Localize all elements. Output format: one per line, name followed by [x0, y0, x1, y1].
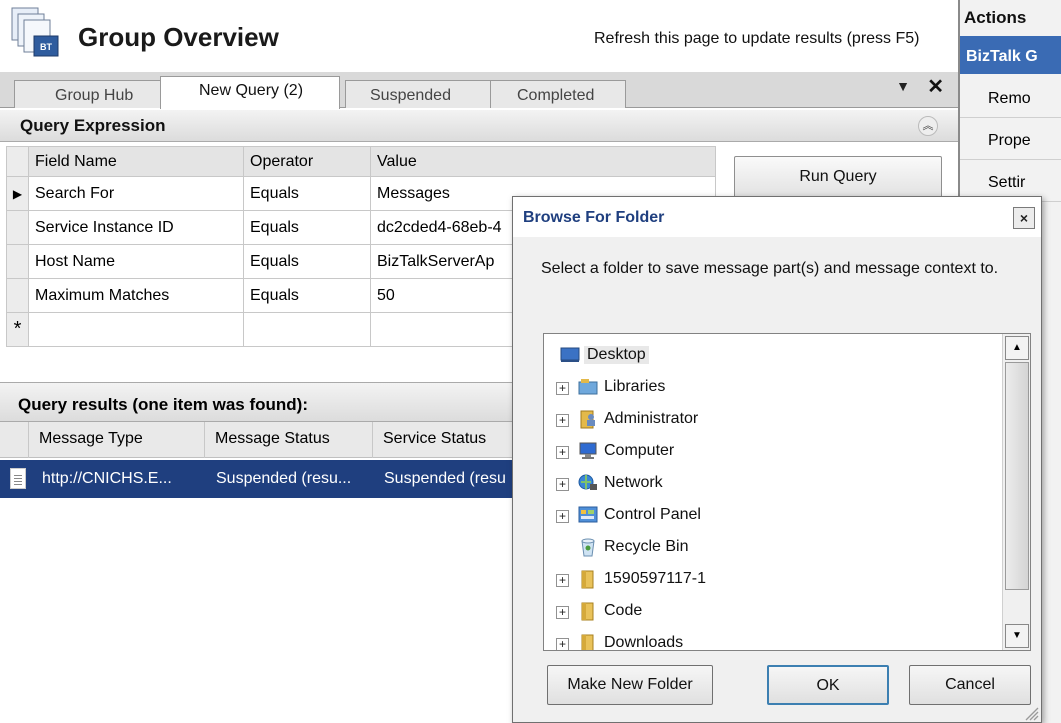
pin-dropdown-icon[interactable]: ▼ — [896, 78, 910, 94]
column-header-message-type[interactable]: Message Type — [28, 422, 204, 458]
tree-item-administrator[interactable]: + Administrator — [544, 406, 994, 436]
action-remove[interactable]: Remo — [960, 78, 1061, 118]
message-type-cell: http://CNICHS.E... — [42, 470, 172, 487]
tree-label: Recycle Bin — [604, 538, 689, 555]
network-icon — [578, 474, 597, 490]
message-status-cell: Suspended (resu... — [216, 470, 352, 487]
service-status-cell: Suspended (resu — [384, 470, 506, 487]
column-header-operator[interactable]: Operator — [243, 146, 371, 177]
ok-button[interactable]: OK — [767, 665, 889, 705]
tree-label: Control Panel — [604, 506, 701, 523]
current-row-arrow-icon: ▶ — [6, 176, 29, 211]
svg-text:BT: BT — [40, 42, 52, 52]
field-name-cell[interactable]: Search For — [28, 176, 244, 211]
expand-icon[interactable]: + — [556, 638, 569, 650]
operator-cell[interactable]: Equals — [243, 244, 371, 279]
tab-group-hub[interactable]: Group Hub — [14, 80, 162, 108]
page-title: Group Overview — [78, 22, 279, 52]
expand-icon[interactable]: + — [556, 606, 569, 619]
field-name-cell[interactable] — [28, 312, 244, 347]
tree-label: Desktop — [584, 346, 649, 364]
scroll-down-icon[interactable]: ▼ — [1005, 624, 1029, 648]
refresh-hint: Refresh this page to update results (pre… — [594, 30, 920, 47]
tab-suspended[interactable]: Suspended — [345, 80, 493, 108]
actions-title: Actions — [964, 8, 1027, 27]
new-row-marker: * — [6, 312, 29, 347]
operator-cell[interactable]: Equals — [243, 278, 371, 313]
close-tab-icon[interactable]: ✕ — [927, 74, 944, 99]
biztalk-group-icon: BT — [11, 7, 59, 57]
collapse-icon[interactable]: ︽ — [918, 116, 938, 136]
dialog-description: Select a folder to save message part(s) … — [541, 260, 999, 277]
scroll-thumb[interactable] — [1005, 362, 1029, 590]
expand-icon[interactable]: + — [556, 574, 569, 587]
expand-icon[interactable]: + — [556, 414, 569, 427]
query-expression-header: Query Expression ︽ — [0, 110, 958, 142]
page-header: BT Group Overview Refresh this page to u… — [0, 0, 958, 70]
tree-label: Libraries — [604, 378, 666, 395]
desktop-icon — [560, 347, 580, 362]
tree-item-libraries[interactable]: + Libraries — [544, 374, 994, 404]
expand-icon[interactable]: + — [556, 478, 569, 491]
actions-group-header[interactable]: BizTalk G — [960, 36, 1061, 74]
field-name-cell[interactable]: Service Instance ID — [28, 210, 244, 245]
operator-cell[interactable]: Equals — [243, 210, 371, 245]
column-header-message-status[interactable]: Message Status — [204, 422, 372, 458]
scroll-up-icon[interactable]: ▲ — [1005, 336, 1029, 360]
recycle-bin-icon — [581, 538, 595, 557]
row-selector[interactable] — [6, 244, 29, 279]
expand-icon[interactable]: + — [556, 510, 569, 523]
tree-item-network[interactable]: + Network — [544, 470, 994, 500]
dialog-title: Browse For Folder — [523, 209, 665, 226]
expand-icon[interactable]: + — [556, 446, 569, 459]
computer-icon — [579, 442, 597, 459]
tree-label: Code — [604, 602, 643, 619]
tree-label: Computer — [604, 442, 675, 459]
tree-label: 1590597117-1 — [604, 570, 707, 587]
resize-grip-icon[interactable] — [1023, 705, 1039, 721]
tree-label: Administrator — [604, 410, 699, 427]
tree-item-code[interactable]: + Code — [544, 598, 994, 628]
cancel-button[interactable]: Cancel — [909, 665, 1031, 705]
tree-item-computer[interactable]: + Computer — [544, 438, 994, 468]
tree-item-control-panel[interactable]: + Control Panel — [544, 502, 994, 532]
row-selector[interactable] — [6, 278, 29, 313]
expand-icon[interactable]: + — [556, 382, 569, 395]
field-name-cell[interactable]: Maximum Matches — [28, 278, 244, 313]
libraries-icon — [578, 379, 598, 395]
tree-label: Downloads — [604, 634, 684, 651]
folder-icon — [581, 570, 594, 589]
tree-item-recycle-bin[interactable]: Recycle Bin — [544, 534, 994, 564]
make-new-folder-button[interactable]: Make New Folder — [547, 665, 713, 705]
operator-cell[interactable]: Equals — [243, 176, 371, 211]
action-properties[interactable]: Prope — [960, 120, 1061, 160]
dialog-close-button[interactable]: × — [1013, 207, 1035, 229]
folder-icon — [581, 634, 594, 650]
run-query-button[interactable]: Run Query — [734, 156, 942, 198]
dialog-titlebar[interactable]: Browse For Folder × — [513, 197, 1041, 237]
tree-scrollbar[interactable]: ▲ ▼ — [1002, 334, 1030, 650]
browse-for-folder-dialog: Browse For Folder × Select a folder to s… — [512, 196, 1042, 723]
tab-bar: Group Hub Suspended Completed New Query … — [0, 72, 958, 109]
column-header-field-name[interactable]: Field Name — [28, 146, 244, 177]
folder-tree[interactable]: Desktop + Libraries + Administrator + Co… — [543, 333, 1031, 651]
field-name-cell[interactable]: Host Name — [28, 244, 244, 279]
tree-item-desktop[interactable]: Desktop — [544, 342, 994, 372]
tree-item-downloads[interactable]: + Downloads — [544, 630, 994, 651]
folder-icon — [581, 602, 594, 621]
operator-cell[interactable] — [243, 312, 371, 347]
query-results-title: Query results (one item was found): — [18, 395, 308, 414]
tab-completed[interactable]: Completed — [490, 80, 626, 108]
tree-item-folder-1590597117-1[interactable]: + 1590597117-1 — [544, 566, 994, 596]
tree-label: Network — [604, 474, 663, 491]
user-folder-icon — [580, 410, 595, 429]
column-header-value[interactable]: Value — [370, 146, 716, 177]
tab-new-query[interactable]: New Query (2) — [160, 76, 340, 109]
query-expression-title: Query Expression — [20, 116, 166, 135]
message-document-icon — [10, 468, 26, 489]
row-selector-header — [6, 146, 29, 177]
row-selector[interactable] — [6, 210, 29, 245]
control-panel-icon — [578, 506, 598, 523]
